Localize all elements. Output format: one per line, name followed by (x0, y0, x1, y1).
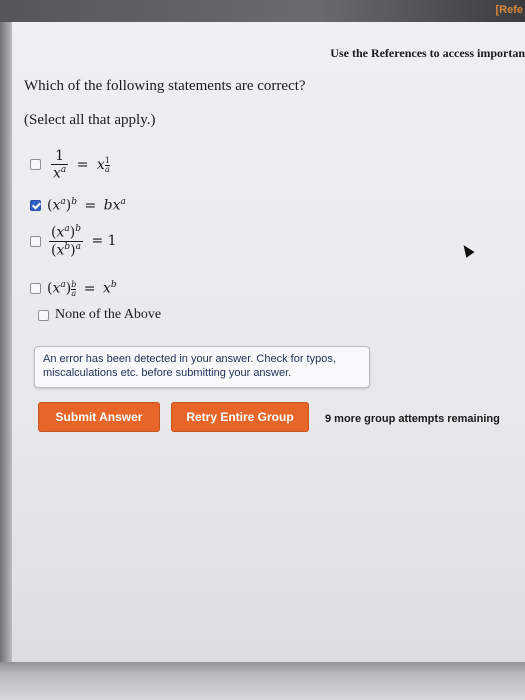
error-alert-line-1: An error has been detected in your answe… (43, 353, 336, 365)
option-5-checkbox[interactable] (38, 309, 49, 321)
option-5-label: None of the Above (55, 307, 162, 322)
option-4-checkbox[interactable] (30, 283, 41, 295)
question-prompt: Which of the following statements are co… (24, 78, 306, 94)
retry-entire-group-button[interactable]: Retry Entire Group (171, 402, 309, 432)
option-1[interactable]: 1 xa = x1a (30, 148, 110, 182)
option-4-expression: (xa) b a = xb (47, 279, 117, 298)
option-1-checkbox[interactable] (30, 159, 41, 171)
option-3-checkbox[interactable] (30, 235, 41, 247)
left-frame-edge (0, 22, 12, 662)
option-1-expression: 1 xa = x1a (51, 148, 110, 182)
question-instruction: (Select all that apply.) (24, 112, 156, 128)
error-alert: An error has been detected in your answe… (34, 346, 370, 388)
submit-answer-button[interactable]: Submit Answer (38, 402, 160, 432)
option-3-expression: (xa)b (xb)a = 1 (49, 224, 117, 259)
option-3[interactable]: (xa)b (xb)a = 1 (30, 224, 117, 258)
option-4[interactable]: (xa) b a = xb (30, 280, 117, 298)
error-alert-line-2: miscalculations etc. before submitting y… (43, 367, 292, 379)
attempts-remaining-text: 9 more group attempts remaining (325, 413, 500, 425)
references-notice: Use the References to access importan (330, 46, 525, 60)
option-2-expression: (xa)b = bxa (47, 197, 126, 214)
references-link[interactable]: [Refe (495, 4, 523, 16)
top-toolbar: [Refe (0, 0, 525, 22)
option-5[interactable]: None of the Above (38, 307, 161, 323)
option-2-checkbox[interactable] (30, 199, 41, 211)
mouse-cursor-icon (459, 242, 475, 258)
monitor-bottom-frame (0, 662, 525, 700)
option-2[interactable]: (xa)b = bxa (30, 197, 126, 214)
screen: [Refe Use the References to access impor… (0, 0, 525, 700)
